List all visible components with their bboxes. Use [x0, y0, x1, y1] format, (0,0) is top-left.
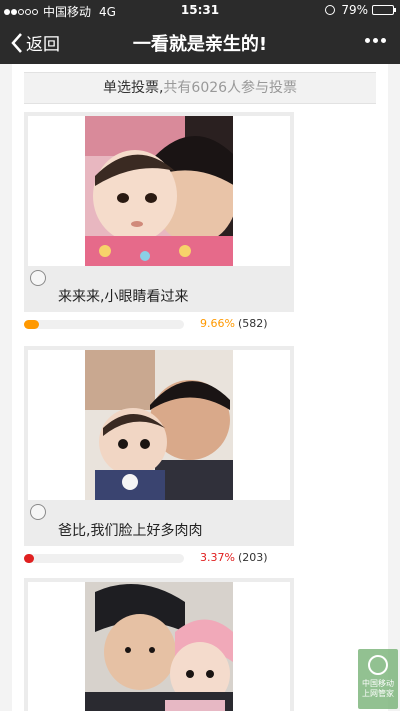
vote-type-label: 单选投票 [102, 80, 159, 96]
result-percent: 9.66% [200, 317, 235, 330]
watermark-line-2: 上网管家 [362, 689, 394, 698]
progress-bar [24, 320, 184, 329]
battery-percent: 79% [341, 3, 368, 17]
vote-participants: 共有6026人参与投票 [163, 80, 298, 96]
option-result: 9.66% (582) [24, 312, 294, 338]
battery-icon [372, 5, 396, 15]
page-title: 一看就是亲生的! [132, 34, 268, 55]
vote-option-3[interactable] [24, 578, 294, 711]
option-label: 爸比,我们脸上好多肉肉 [58, 523, 203, 539]
option-radio[interactable] [30, 504, 46, 520]
vote-option-1[interactable]: 来来来,小眼睛看过来 9.66% (582) [24, 112, 294, 338]
option-photo [85, 116, 233, 266]
option-card [24, 578, 294, 711]
option-photo [85, 350, 233, 500]
chevron-left-icon [11, 32, 22, 53]
result-text: 3.37% (203) [200, 551, 268, 564]
result-count: (203) [237, 551, 268, 564]
option-card: 来来来,小眼睛看过来 [24, 112, 294, 312]
status-right: 79% [325, 3, 396, 17]
option-radio[interactable] [30, 270, 46, 286]
back-button[interactable]: 返回 [10, 30, 60, 55]
orientation-lock-icon [325, 5, 336, 15]
option-result: 3.37% (203) [24, 546, 294, 572]
china-mobile-logo-icon [368, 655, 388, 675]
content-area[interactable]: 单选投票,共有6026人参与投票 来来来,小眼睛看过来 9.66% (582) … [0, 64, 400, 711]
progress-bar [24, 554, 184, 563]
back-label: 返回 [26, 35, 60, 55]
vote-header: 单选投票,共有6026人参与投票 [24, 72, 376, 104]
option-photo [85, 582, 233, 711]
watermark-badge: 中国移动 上网管家 [358, 649, 398, 709]
nav-bar: 返回 一看就是亲生的! [0, 20, 400, 64]
result-count: (582) [237, 317, 268, 330]
result-percent: 3.37% [200, 551, 235, 564]
option-row: 来来来,小眼睛看过来 [24, 266, 294, 312]
option-row: 爸比,我们脸上好多肉肉 [24, 500, 294, 546]
vote-option-2[interactable]: 爸比,我们脸上好多肉肉 3.37% (203) [24, 346, 294, 572]
watermark-line-1: 中国移动 [362, 679, 394, 688]
status-bar: 中国移动 4G 15:31 79% [0, 0, 400, 20]
result-text: 9.66% (582) [200, 317, 268, 330]
vote-panel: 单选投票,共有6026人参与投票 来来来,小眼睛看过来 9.66% (582) … [12, 64, 388, 711]
option-card: 爸比,我们脸上好多肉肉 [24, 346, 294, 546]
option-label: 来来来,小眼睛看过来 [58, 289, 189, 305]
more-dots-icon[interactable] [362, 38, 386, 43]
